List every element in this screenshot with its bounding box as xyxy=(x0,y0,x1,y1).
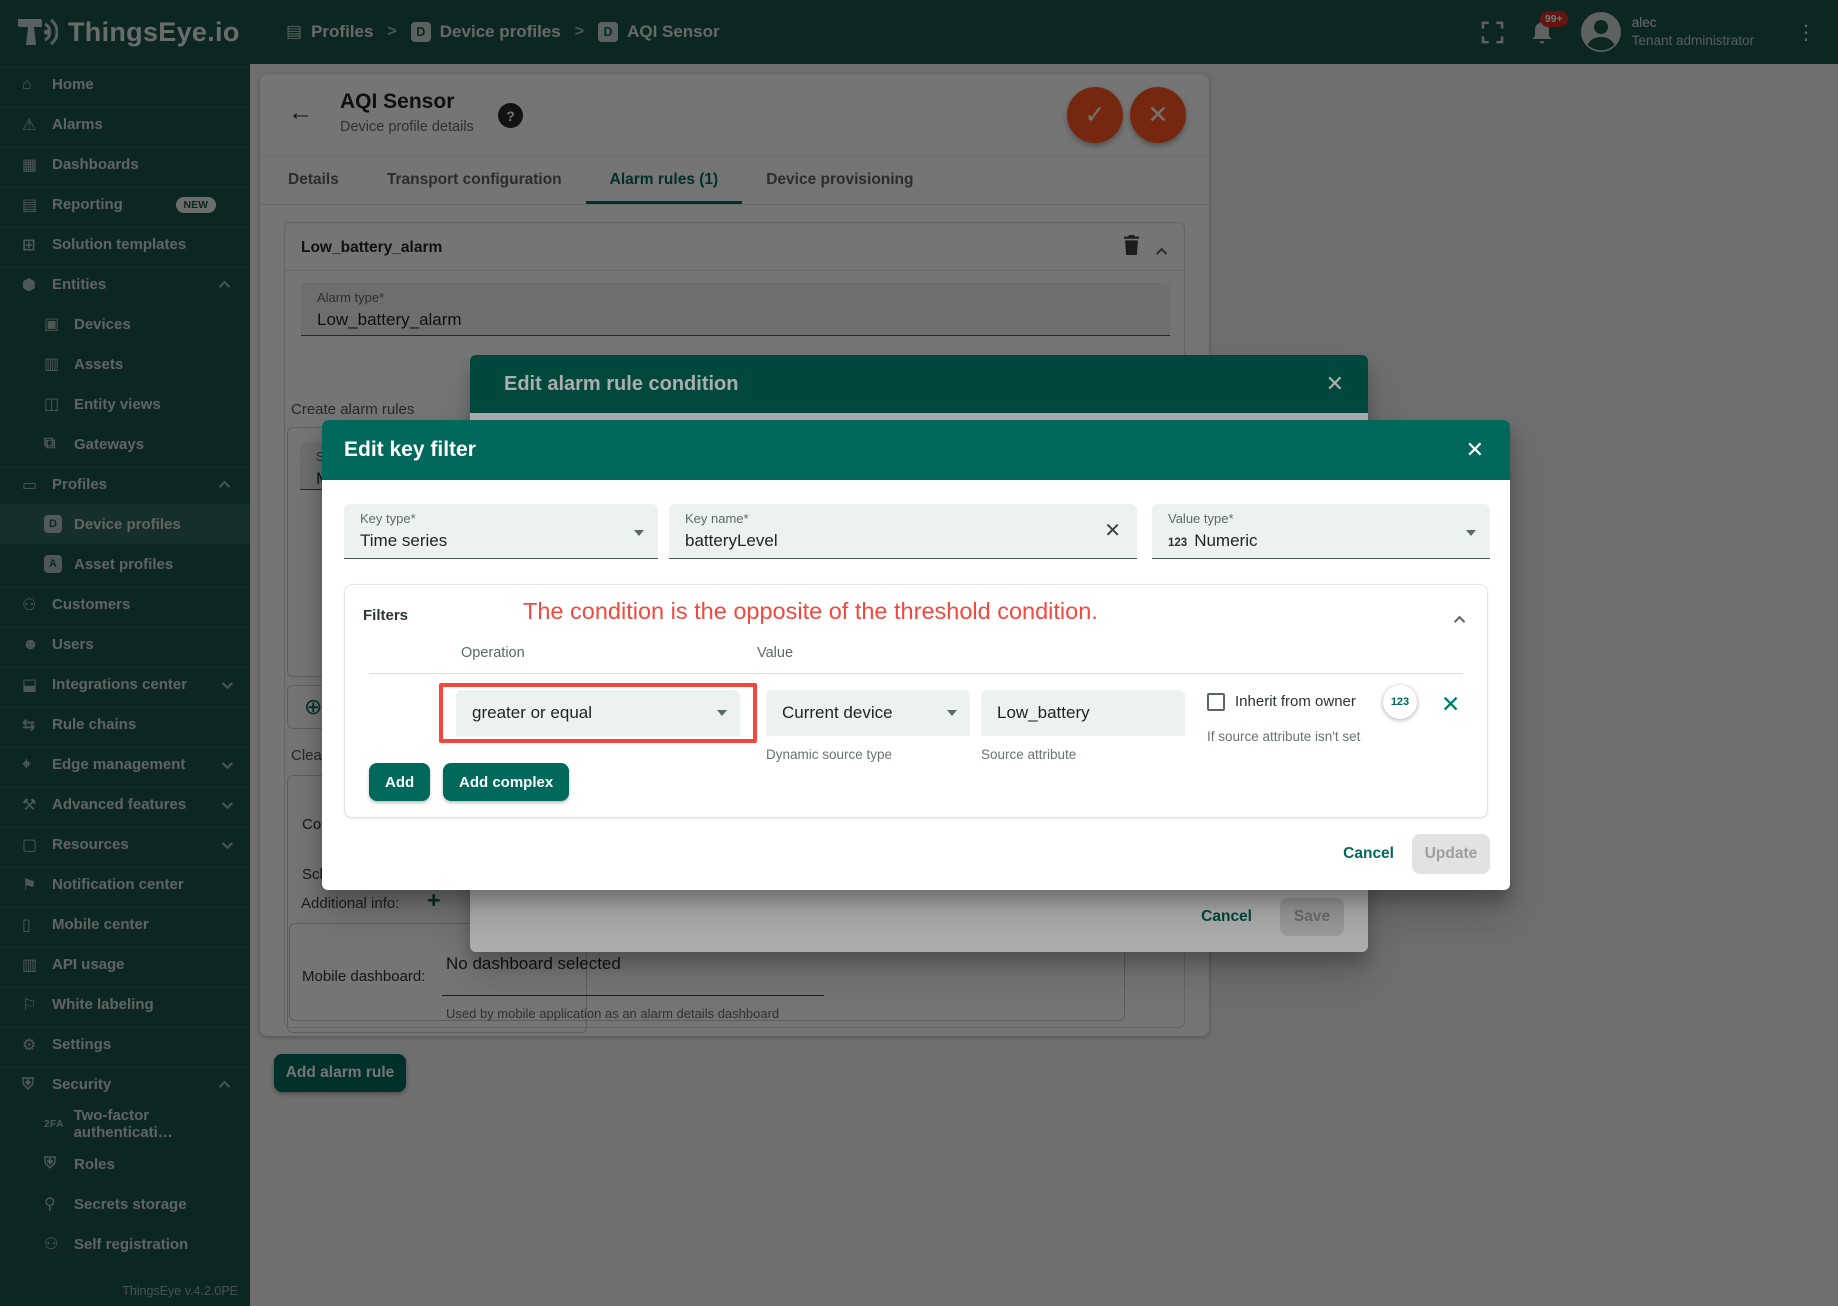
operation-select[interactable]: greater or equal xyxy=(456,690,740,736)
key-type-value: Time series xyxy=(360,531,447,551)
source-attribute-value: Low_battery xyxy=(997,703,1090,723)
inherit-hint: If source attribute isn't set xyxy=(1207,729,1360,744)
add-complex-filter-button[interactable]: Add complex xyxy=(443,763,569,801)
clear-key-name-icon[interactable]: ✕ xyxy=(1104,518,1121,543)
key-filter-cancel-button[interactable]: Cancel xyxy=(1333,837,1404,871)
remove-filter-icon[interactable]: ✕ xyxy=(1441,691,1460,718)
operation-column-header: Operation xyxy=(461,645,525,661)
key-filter-title: Edit key filter xyxy=(344,438,1466,462)
add-filter-button[interactable]: Add xyxy=(369,763,430,801)
key-type-select[interactable]: Key type* Time series xyxy=(344,504,658,559)
source-attribute-hint: Source attribute xyxy=(981,747,1076,762)
dropdown-arrow-icon xyxy=(947,710,957,716)
value-type-select[interactable]: Value type* 123Numeric xyxy=(1152,504,1490,559)
app-root: ThingsEye.io ▤Profiles>DDevice profiles>… xyxy=(0,0,1838,1306)
filters-section: Filters The condition is the opposite of… xyxy=(344,584,1488,818)
filters-collapse-icon[interactable] xyxy=(1457,611,1465,629)
annotation-text: The condition is the opposite of the thr… xyxy=(523,598,1098,625)
key-name-label: Key name* xyxy=(685,511,749,526)
numeric-value-badge[interactable]: 123 xyxy=(1383,685,1417,719)
key-filter-update-button[interactable]: Update xyxy=(1412,834,1490,874)
key-name-value: batteryLevel xyxy=(685,531,778,551)
value-type-label: Value type* xyxy=(1168,511,1234,526)
dynamic-source-select[interactable]: Current device xyxy=(766,690,970,736)
dynamic-source-value: Current device xyxy=(782,703,893,723)
dropdown-arrow-icon xyxy=(717,710,727,716)
inherit-from-owner-label[interactable]: Inherit from owner xyxy=(1235,693,1356,710)
value-type-value: 123Numeric xyxy=(1168,531,1257,551)
filters-label: Filters xyxy=(363,607,408,624)
key-filter-footer: Cancel Update xyxy=(322,818,1510,890)
dynamic-source-hint: Dynamic source type xyxy=(766,747,892,762)
dropdown-arrow-icon xyxy=(634,530,644,536)
inherit-from-owner-checkbox[interactable] xyxy=(1207,693,1225,711)
numeric-type-icon: 123 xyxy=(1168,537,1187,549)
dropdown-arrow-icon xyxy=(1466,530,1476,536)
key-filter-header: Edit key filter ✕ xyxy=(322,420,1510,480)
edit-key-filter-dialog: Edit key filter ✕ Key type* Time series … xyxy=(322,420,1510,890)
source-attribute-field[interactable]: Low_battery xyxy=(981,690,1185,736)
value-column-header: Value xyxy=(757,645,793,661)
filters-divider xyxy=(369,673,1463,674)
key-filter-close-icon[interactable]: ✕ xyxy=(1466,437,1484,463)
key-name-field[interactable]: Key name* batteryLevel ✕ xyxy=(669,504,1137,559)
operation-value: greater or equal xyxy=(472,703,592,723)
key-type-label: Key type* xyxy=(360,511,416,526)
